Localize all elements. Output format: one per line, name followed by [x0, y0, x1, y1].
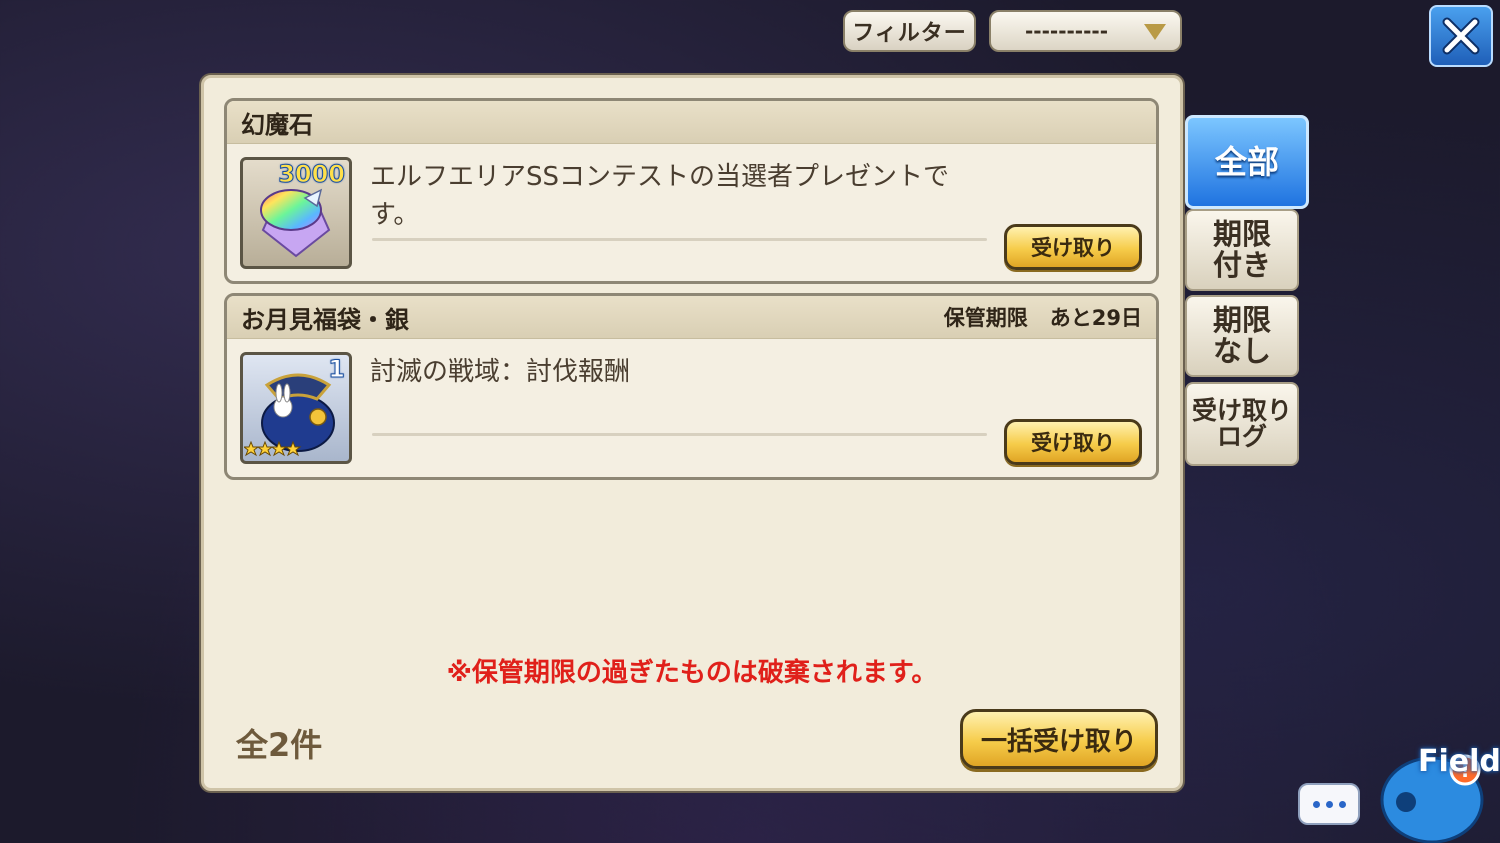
chat-dot [1312, 800, 1320, 808]
tab-no-expiry[interactable]: 期限 なし [1185, 295, 1299, 377]
filter-select-value: ---------- [1025, 19, 1109, 43]
star-rating-icon [244, 441, 302, 457]
claim-button[interactable]: 受け取り [1004, 419, 1142, 465]
filter-select[interactable]: ---------- [989, 10, 1182, 52]
bulk-claim-button[interactable]: 一括受け取り [960, 709, 1158, 769]
total-count: 全2件 [236, 726, 323, 764]
present-description: エルフエリアSSコンテストの当選者プレゼントです。 [370, 162, 950, 230]
present-card-header: 幻魔石 [227, 101, 1156, 144]
lucky-bag-icon: 1 [240, 352, 352, 464]
expiry-label: 保管期限 [943, 306, 1028, 330]
tab-with-expiry[interactable]: 期限 付き [1185, 209, 1299, 291]
mascot-label: Field [1418, 744, 1500, 779]
divider [372, 238, 987, 241]
present-title: お月見福袋・銀 [241, 305, 409, 334]
present-title: 幻魔石 [241, 110, 313, 139]
divider [372, 433, 987, 436]
present-description: 討滅の戦域：討伐報酬 [370, 357, 631, 387]
rainbow-crystal-icon: 3000 [240, 157, 352, 269]
filter-button[interactable]: フィルター [843, 10, 976, 52]
present-card: お月見福袋・銀 保管期限 あと29日 1 討滅の戦域：討伐報酬 受け取り [224, 293, 1159, 480]
expiry-info: 保管期限 あと29日 [944, 302, 1142, 332]
tab-claim-log[interactable]: 受け取り ログ [1185, 382, 1299, 466]
present-card: 幻魔石 3000 エルフエリアSSコンテストの当選者プレゼントです。 受け取り [224, 98, 1159, 284]
expiry-notice: ※保管期限の過ぎたものは破棄されます。 [446, 658, 938, 688]
tab-all[interactable]: 全部 [1185, 115, 1309, 209]
present-card-header: お月見福袋・銀 保管期限 あと29日 [227, 296, 1156, 339]
chat-button[interactable] [1298, 783, 1360, 825]
chat-dot [1325, 800, 1333, 808]
claim-button[interactable]: 受け取り [1004, 224, 1142, 270]
item-count: 1 [328, 355, 346, 384]
expiry-value: あと29日 [1049, 306, 1142, 330]
chat-dot [1338, 800, 1346, 808]
chevron-down-icon [1144, 24, 1166, 40]
close-icon [1442, 17, 1480, 55]
close-button[interactable] [1429, 5, 1493, 67]
item-count: 3000 [278, 160, 346, 189]
